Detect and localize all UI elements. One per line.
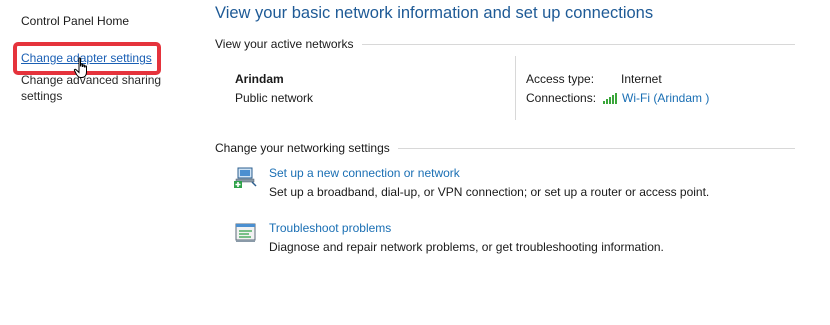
vertical-divider [515,56,516,120]
troubleshoot-problems-desc: Diagnose and repair network problems, or… [269,240,664,254]
access-type-label: Access type: [526,72,595,86]
active-networks-header: View your active networks [215,36,795,52]
left-nav-pane: Control Panel Home Change adapter settin… [0,0,200,325]
section-divider [397,147,795,149]
wifi-signal-icon [603,92,617,104]
new-connection-icon [234,167,257,188]
troubleshoot-icon [235,223,256,242]
troubleshoot-problems-link[interactable]: Troubleshoot problems [269,221,391,235]
section-divider [361,43,795,45]
change-advanced-sharing-settings-link[interactable]: Change advanced sharing settings [21,72,171,104]
setup-new-connection-desc: Set up a broadband, dial-up, or VPN conn… [269,185,710,199]
hand-cursor-icon [73,57,87,78]
active-networks-label: View your active networks [215,37,354,51]
network-sharing-center: Control Panel Home Change adapter settin… [0,0,830,325]
networking-settings-header: Change your networking settings [215,140,795,156]
wifi-connection-label: Wi-Fi (Arindam ) [622,91,710,105]
networking-settings-label: Change your networking settings [215,141,390,155]
setup-new-connection-link[interactable]: Set up a new connection or network [269,166,460,180]
page-title: View your basic network information and … [215,4,654,22]
connections-label: Connections: [526,91,597,105]
access-type-value: Internet [621,72,662,86]
wifi-connection-link[interactable]: Wi-Fi (Arindam ) [603,91,709,105]
network-name: Arindam [235,72,284,86]
control-panel-home-link[interactable]: Control Panel Home [21,13,129,29]
network-type: Public network [235,91,314,105]
